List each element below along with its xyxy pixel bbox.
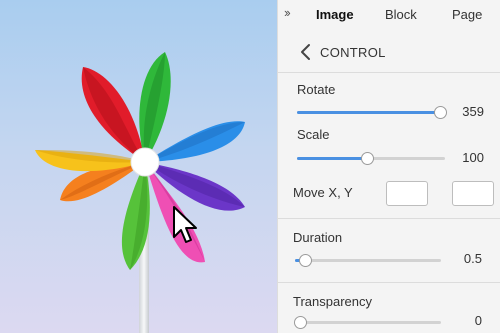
transparency-slider-thumb[interactable] [294,316,307,329]
rotate-label: Rotate [297,82,336,97]
divider [278,72,500,73]
scale-label: Scale [297,127,330,142]
move-y-input[interactable] [452,181,494,206]
section-title: CONTROL [320,44,386,60]
properties-panel: ›› Image Block Page CONTROL Rotate 359 S… [277,0,500,333]
transparency-slider[interactable] [294,316,441,329]
duration-slider-thumb[interactable] [299,254,312,267]
tab-block[interactable]: Block [385,7,417,22]
scale-slider[interactable] [297,152,445,165]
rotate-slider[interactable] [297,106,447,119]
duration-label: Duration [293,230,343,245]
chevron-left-icon [301,44,310,60]
transparency-value: 0 [474,313,482,328]
duration-value: 0.5 [463,251,482,266]
image-canvas[interactable] [0,0,277,333]
scale-value: 100 [462,150,484,165]
panel-tabs: ›› Image Block Page [278,0,500,30]
transparency-label: Transparency [293,294,372,309]
duration-slider[interactable] [295,254,441,267]
move-label: Move X, Y [293,185,353,200]
pinwheel-image[interactable] [0,0,277,333]
divider [278,218,500,219]
scale-slider-thumb[interactable] [361,152,374,165]
tab-page[interactable]: Page [452,7,482,22]
move-x-input[interactable] [386,181,428,206]
pinwheel-hub [130,147,160,177]
back-button[interactable]: CONTROL [298,41,386,63]
tab-image[interactable]: Image [316,7,354,22]
double-chevron-right-icon[interactable]: ›› [284,5,291,20]
rotate-value: 359 [462,104,484,119]
divider [278,282,500,283]
